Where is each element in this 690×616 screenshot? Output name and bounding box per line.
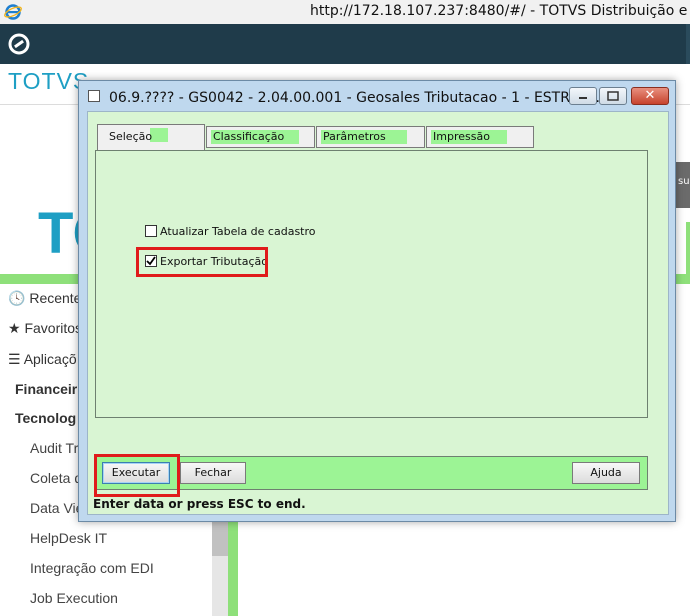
tab-selecao[interactable]: Seleção [97,124,205,151]
sidebar-scroll-thumb[interactable] [212,520,228,556]
dialog-window: 06.9.???? - GS0042 - 2.04.00.001 - Geosa… [78,80,676,522]
menu-icon: ☰ [8,351,21,367]
app-header [0,24,690,64]
maximize-button[interactable] [599,87,627,105]
close-icon: ✕ [644,88,656,103]
window-icon [88,90,100,102]
tab-classificacao[interactable]: Classificação [206,126,315,148]
star-icon: ★ [8,320,21,336]
clock-icon: 🕓 [8,290,26,306]
tab-impressao[interactable]: Impressão [426,126,534,148]
sidebar-item-audit[interactable]: Audit Tr [30,440,78,456]
internet-explorer-icon [4,4,22,20]
tab-parametros[interactable]: Parâmetros [316,126,425,148]
sidebar-financial[interactable]: Financeir [15,381,77,397]
totvs-logo-icon[interactable] [7,32,31,56]
right-panel-button[interactable]: su [676,162,690,208]
sidebar-applications[interactable]: ☰ Aplicaçõ [8,351,77,368]
highlight-box-exportar [136,247,268,277]
header-right-edge [686,24,690,64]
checkbox-atualizar-tabela[interactable] [145,225,157,237]
checkbox-atualizar-tabela-label: Atualizar Tabela de cadastro [160,225,316,238]
ajuda-button[interactable]: Ajuda [572,462,640,484]
sidebar-item-edi[interactable]: Integração com EDI [30,560,154,576]
dialog-title: 06.9.???? - GS0042 - 2.04.00.001 - Geosa… [109,90,600,106]
highlight-box-executar [94,454,180,497]
close-button[interactable]: ✕ [631,87,669,105]
green-vertical-strip [228,520,238,616]
right-panel-label: su [678,176,690,187]
sidebar-item-job-execution[interactable]: Job Execution [30,590,118,606]
tab-selecao-label: Seleção [109,130,153,143]
sidebar-item-helpdesk[interactable]: HelpDesk IT [30,530,107,546]
sidebar-favorites[interactable]: ★ Favoritos [8,320,82,337]
tab-classificacao-label: Classificação [213,130,285,143]
tab-parametros-label: Parâmetros [323,130,386,143]
dialog-titlebar[interactable]: 06.9.???? - GS0042 - 2.04.00.001 - Geosa… [79,81,675,113]
sidebar-recent[interactable]: 🕓 Recente [8,290,81,307]
browser-address-bar: http://172.18.107.237:8480/#/ - TOTVS Di… [0,0,690,25]
sidebar-technology[interactable]: Tecnolog [15,410,76,426]
sidebar-favorites-label: Favoritos [24,320,83,336]
minimize-icon [579,97,587,99]
sidebar-item-coleta[interactable]: Coleta d [30,470,82,486]
right-green-strip [686,222,690,282]
url-text[interactable]: http://172.18.107.237:8480/#/ - TOTVS Di… [310,3,690,19]
maximize-icon [607,91,619,101]
sidebar-item-data-view[interactable]: Data Vie [30,500,83,516]
sidebar-recent-label: Recente [29,290,82,306]
fechar-button[interactable]: Fechar [180,462,246,484]
tab-impressao-label: Impressão [433,130,490,143]
selection-panel: Atualizar Tabela de cadastro Exportar Tr… [95,150,648,418]
status-bar: Enter data or press ESC to end. [93,497,306,511]
minimize-button[interactable] [569,87,597,105]
sidebar-applications-label: Aplicaçõ [23,351,77,367]
